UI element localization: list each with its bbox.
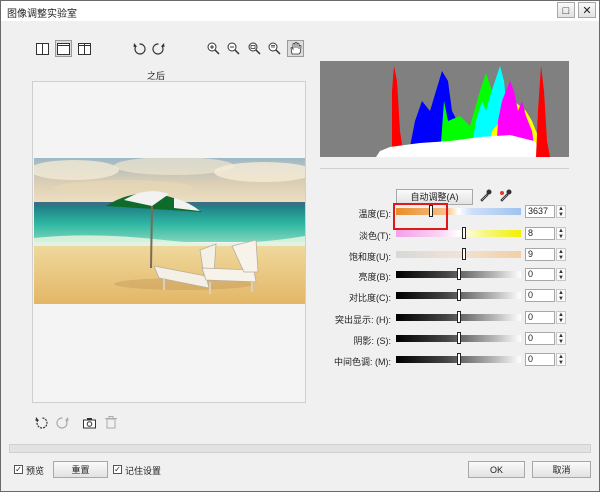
spin-buttons[interactable]: ▲ ▼ [556,268,566,281]
split-vertical-icon[interactable] [35,41,50,56]
zoom-out-icon[interactable] [226,41,241,56]
slider-label: 饱和度(U): [349,252,391,262]
image-adjust-dialog: 图像调整实验室 □ ✕ 之后 自动调整(A) 温度(E): 3637 ▲ ▼ 淡… [0,0,600,492]
spin-buttons[interactable]: ▲ ▼ [556,248,566,261]
eyedropper-icon[interactable] [478,188,493,203]
zoom-fit-icon[interactable] [247,41,262,56]
close-button[interactable]: ✕ [578,2,596,18]
spin-buttons[interactable]: ▲ ▼ [556,289,566,302]
histogram [320,61,569,157]
slider-value-input[interactable]: 3637 [525,205,555,218]
slider-value-input[interactable]: 9 [525,248,555,261]
slider-thumb[interactable] [461,227,466,239]
slider-value-input[interactable]: 0 [525,332,555,345]
preview-checkbox[interactable]: ✓ [14,465,23,474]
slider-thumb[interactable] [456,268,461,280]
slider-track[interactable] [396,230,521,237]
delete-icon[interactable] [103,415,118,430]
reset-button[interactable]: 重置 [53,461,108,478]
slider-label: 对比度(C): [349,293,391,303]
slider-label: 淡色(T): [359,231,391,241]
slider-value-input[interactable]: 0 [525,311,555,324]
progress-bar [9,444,591,453]
preview-checkbox-label: 预览 [26,466,45,476]
slider-value-input[interactable]: 8 [525,227,555,240]
single-view-icon[interactable] [55,40,72,57]
remember-settings-checkbox[interactable]: ✓ [113,465,122,474]
slider-value-input[interactable]: 0 [525,353,555,366]
slider-thumb[interactable] [461,248,466,260]
title-bar: 图像调整实验室 □ ✕ [1,1,599,21]
spin-buttons[interactable]: ▲ ▼ [556,227,566,240]
highlight-box [393,203,448,230]
cancel-button[interactable]: 取消 [532,461,591,478]
slider-label: 中间色调: (M): [334,357,391,367]
rotate-left-icon[interactable] [132,41,147,56]
undo-icon[interactable] [34,415,49,430]
zoom-in-icon[interactable] [206,41,221,56]
slider-thumb[interactable] [456,353,461,365]
slider-thumb[interactable] [456,311,461,323]
zoom-actual-icon[interactable] [267,41,282,56]
maximize-button[interactable]: □ [557,2,575,18]
slider-label: 温度(E): [358,209,392,219]
ok-button[interactable]: OK [468,461,525,478]
divider [320,168,569,169]
slider-thumb[interactable] [456,332,461,344]
slider-label: 阴影: (S): [353,336,392,346]
spin-buttons[interactable]: ▲ ▼ [556,205,566,218]
window-title: 图像调整实验室 [7,9,77,20]
spin-buttons[interactable]: ▲ ▼ [556,311,566,324]
split-horizontal-icon[interactable] [77,41,92,56]
remember-settings-label: 记住设置 [125,466,162,476]
rotate-right-icon[interactable] [151,41,166,56]
slider-label: 亮度(B): [358,272,392,282]
spin-buttons[interactable]: ▲ ▼ [556,332,566,345]
pan-hand-icon[interactable] [287,40,304,57]
snapshot-icon[interactable] [82,415,97,430]
preview-image [34,158,305,304]
slider-label: 突出显示: (H): [335,315,391,325]
spin-buttons[interactable]: ▲ ▼ [556,353,566,366]
slider-thumb[interactable] [456,289,461,301]
redo-icon[interactable] [55,415,70,430]
color-eyedropper-icon[interactable] [498,188,513,203]
slider-value-input[interactable]: 0 [525,289,555,302]
slider-track[interactable] [396,251,521,258]
slider-value-input[interactable]: 0 [525,268,555,281]
